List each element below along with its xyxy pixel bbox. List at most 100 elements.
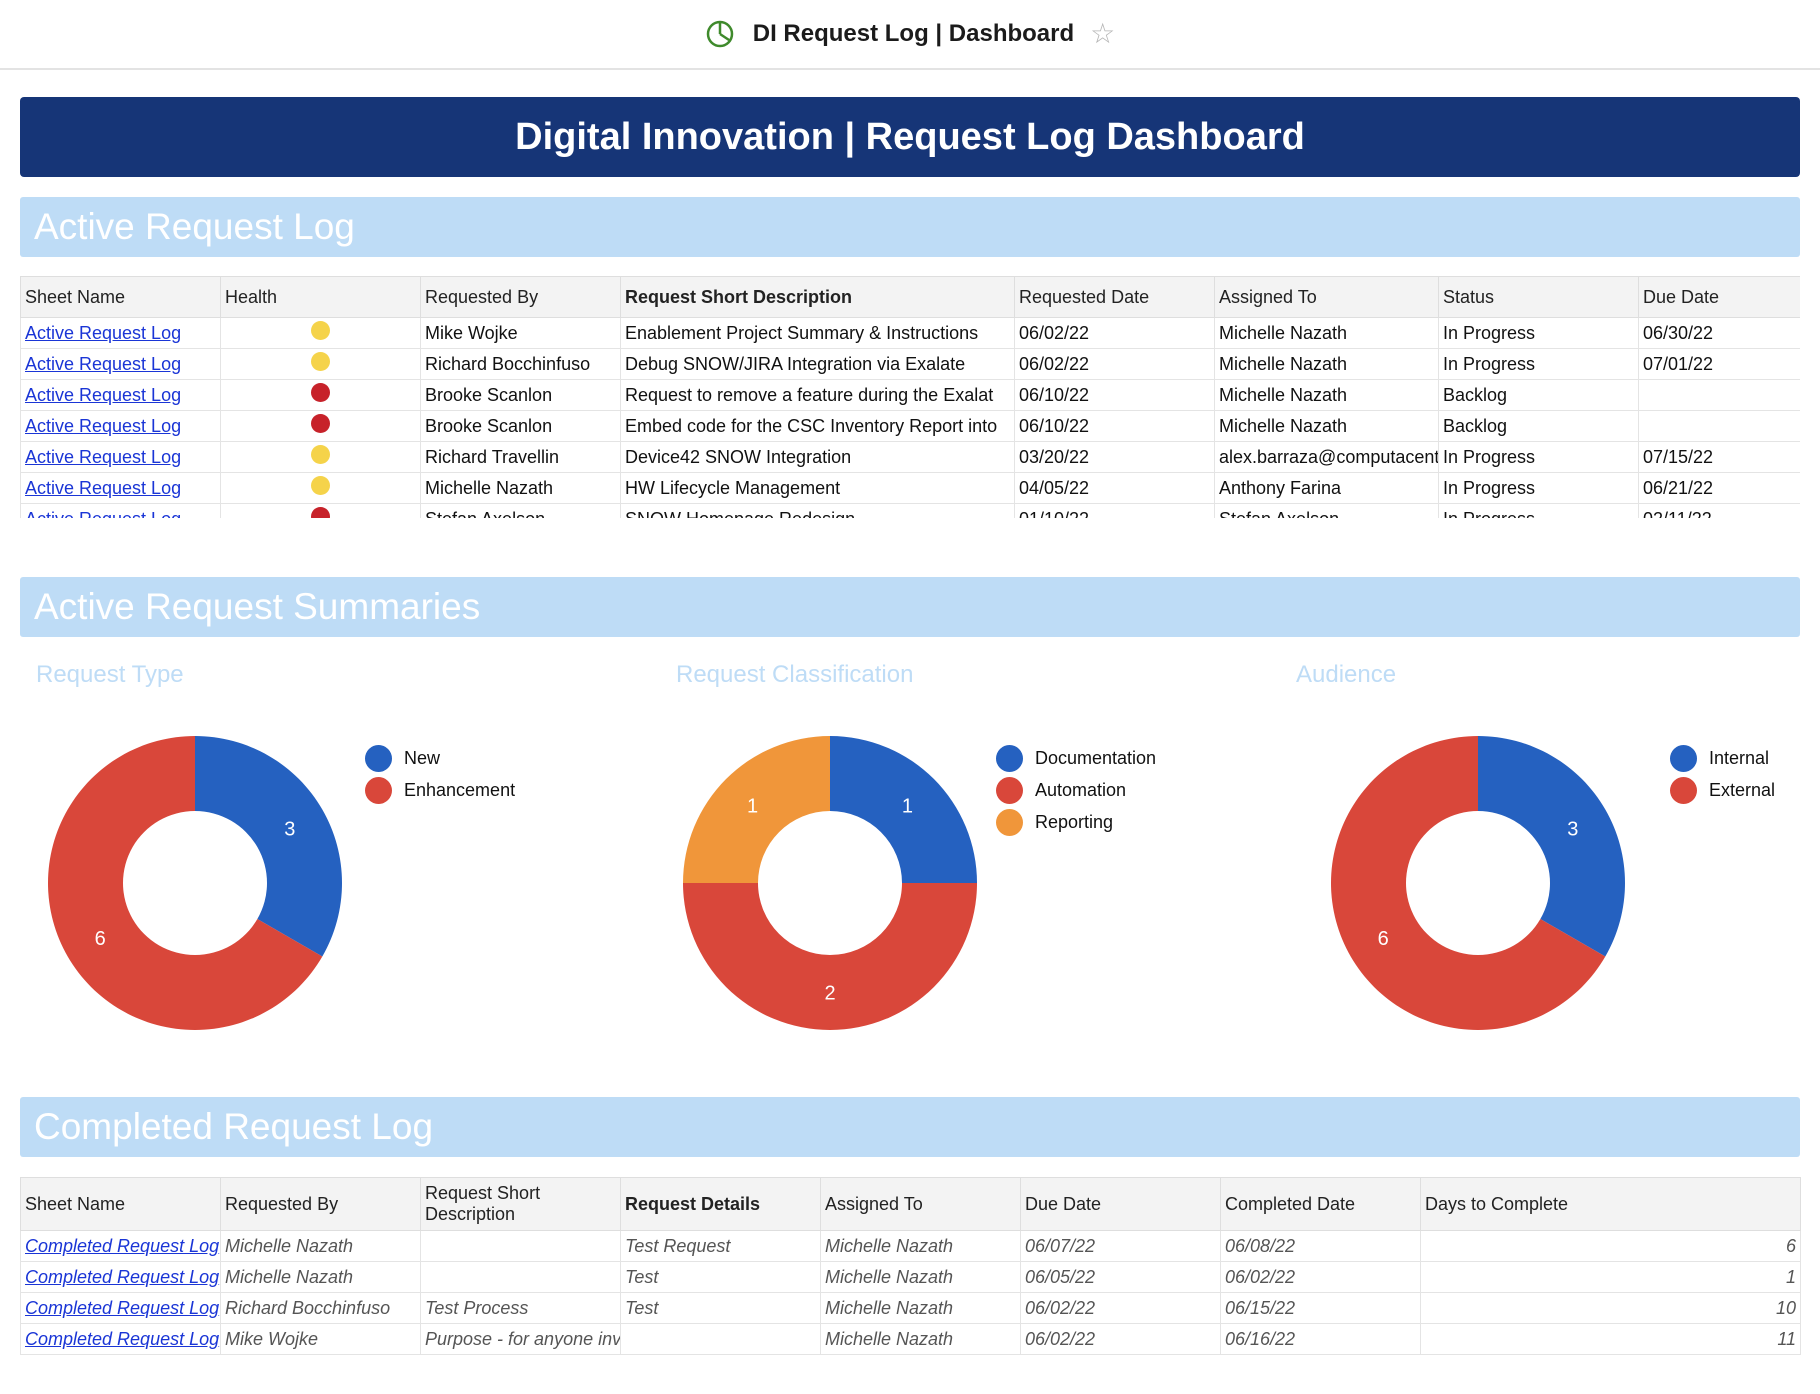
sheet-name-cell: Active Request Log	[20, 348, 221, 380]
sheet-link[interactable]: Active Request Log	[25, 478, 181, 498]
sheet-name-cell: Active Request Log	[20, 472, 221, 504]
status-cell: In Progress	[1438, 348, 1639, 380]
description-cell: Debug SNOW/JIRA Integration via Exalate	[620, 348, 1015, 380]
sheet-link[interactable]: Completed Request Log	[25, 1329, 219, 1349]
legend-label: External	[1709, 779, 1776, 800]
status-cell: In Progress	[1438, 317, 1639, 349]
assigned-to-cell: Michelle Nazath	[1214, 348, 1439, 380]
assigned-to-cell: Michelle Nazath	[820, 1261, 1021, 1293]
sheet-link[interactable]: Active Request Log	[25, 323, 181, 343]
health-cell	[220, 472, 421, 504]
assigned-to-cell: Michelle Nazath	[820, 1323, 1021, 1355]
health-cell	[220, 317, 421, 349]
col-requested-date[interactable]: Requested Date	[1014, 276, 1215, 318]
description-cell: Test Process	[420, 1292, 621, 1324]
days-to-complete-cell: 11	[1420, 1323, 1801, 1355]
sheet-link[interactable]: Completed Request Log	[25, 1298, 219, 1318]
donut-slice-label: 1	[902, 796, 913, 818]
sheet-link[interactable]: Active Request Log	[25, 385, 181, 405]
legend-label: Enhancement	[404, 779, 516, 800]
table-row[interactable]: Completed Request Log Michelle Nazath Test…	[20, 1230, 1801, 1262]
col-due-date[interactable]: Due Date	[1638, 276, 1800, 318]
health-cell	[220, 348, 421, 380]
donut-slice-internal[interactable]	[1478, 736, 1625, 957]
requested-date-cell: 06/10/22	[1014, 379, 1215, 411]
chart-title-audience: Audience	[1296, 661, 1397, 688]
assigned-to-cell: Michelle Nazath	[1214, 410, 1439, 442]
donut-slice-automation[interactable]	[683, 883, 977, 1030]
completed-date-cell: 06/16/22	[1220, 1323, 1421, 1355]
assigned-to-cell: Michelle Nazath	[820, 1230, 1021, 1262]
legend-label: Internal	[1709, 747, 1770, 768]
details-cell: Test Request	[620, 1230, 821, 1262]
star-outline-icon[interactable]: ☆	[1090, 20, 1115, 48]
table-row[interactable]: Active Request Log Brooke Scanlon Embed co…	[20, 410, 1800, 442]
due-date-cell: 06/05/22	[1020, 1261, 1221, 1293]
table-row[interactable]: Completed Request Log Mike Wojke Purpose -…	[20, 1323, 1801, 1355]
sheet-link[interactable]: Active Request Log	[25, 354, 181, 374]
legend-item: External	[1670, 774, 1775, 806]
sheet-name-cell: Active Request Log	[20, 441, 221, 473]
request-type-donut-chart[interactable]: 36	[48, 736, 342, 1030]
col-request-details[interactable]: Request Details	[620, 1177, 821, 1231]
health-dot-icon	[311, 445, 330, 464]
legend-label: Automation	[1035, 779, 1127, 800]
active-table-header: Sheet Name Health Requested By Request S…	[20, 276, 1800, 318]
status-cell: In Progress	[1438, 472, 1639, 504]
table-row[interactable]: Completed Request Log Richard Bocchinfuso…	[20, 1292, 1801, 1324]
legend-swatch-icon	[1670, 744, 1697, 772]
due-date-cell: 07/01/22	[1638, 348, 1800, 380]
table-row[interactable]: Active Request Log Brooke Scanlon Request …	[20, 379, 1800, 411]
col-status[interactable]: Status	[1438, 276, 1639, 318]
col-request-short-description[interactable]: Request Short Description	[420, 1177, 621, 1231]
active-request-table-container[interactable]: Sheet Name Health Requested By Request S…	[20, 276, 1800, 518]
col-requested-by[interactable]: Requested By	[420, 276, 621, 318]
requested-by-cell: Brooke Scanlon	[420, 379, 621, 411]
description-cell	[420, 1261, 621, 1293]
table-row[interactable]: Active Request Log Richard Bocchinfuso Deb…	[20, 348, 1800, 380]
col-days-to-complete[interactable]: Days to Complete	[1420, 1177, 1801, 1231]
completed-section-header: Completed Request Log	[20, 1097, 1800, 1157]
col-due-date[interactable]: Due Date	[1020, 1177, 1221, 1231]
health-dot-icon	[311, 383, 330, 402]
audience-donut-chart[interactable]: 36	[1331, 736, 1625, 1030]
sheet-name-cell: Active Request Log	[20, 379, 221, 411]
completed-date-cell: 06/08/22	[1220, 1230, 1421, 1262]
description-cell: Device42 SNOW Integration	[620, 441, 1015, 473]
sheet-link[interactable]: Active Request Log	[25, 416, 181, 436]
table-row[interactable]: Completed Request Log Michelle Nazath Test…	[20, 1261, 1801, 1293]
active-request-table: Sheet Name Health Requested By Request S…	[20, 276, 1800, 518]
table-row[interactable]: Active Request Log Michelle Nazath HW Life…	[20, 472, 1800, 504]
requested-date-cell: 06/02/22	[1014, 317, 1215, 349]
sheet-link[interactable]: Completed Request Log	[25, 1267, 219, 1287]
donut-slice-label: 1	[747, 796, 758, 818]
col-assigned-to[interactable]: Assigned To	[1214, 276, 1439, 318]
col-assigned-to[interactable]: Assigned To	[820, 1177, 1021, 1231]
col-health[interactable]: Health	[220, 276, 421, 318]
col-request-short-description[interactable]: Request Short Description	[620, 276, 1015, 318]
col-sheet-name[interactable]: Sheet Name	[20, 276, 221, 318]
col-completed-date[interactable]: Completed Date	[1220, 1177, 1421, 1231]
sheet-name-cell: Completed Request Log	[20, 1292, 221, 1324]
status-cell: In Progress	[1438, 503, 1639, 518]
sheet-name-cell: Completed Request Log	[20, 1323, 221, 1355]
table-row[interactable]: Active Request Log Richard Travellin Devic…	[20, 441, 1800, 473]
legend-item: Automation	[996, 774, 1156, 806]
table-row[interactable]: Active Request Log Mike Wojke Enablement P…	[20, 317, 1800, 349]
description-cell	[420, 1230, 621, 1262]
sheet-link[interactable]: Completed Request Log	[25, 1236, 219, 1256]
table-row[interactable]: Active Request LogStefan AxelsonSNOW Hom…	[20, 503, 1800, 519]
sheet-link[interactable]: Active Request Log	[25, 509, 181, 519]
col-sheet-name[interactable]: Sheet Name	[20, 1177, 221, 1231]
request-classification-donut-chart[interactable]: 1 2 1	[683, 736, 977, 1030]
dashboard-banner: Digital Innovation | Request Log Dashboa…	[20, 97, 1800, 177]
description-cell: Enablement Project Summary & Instruction…	[620, 317, 1015, 349]
health-cell	[220, 503, 421, 518]
chart-title-request-classification: Request Classification	[676, 661, 914, 688]
requested-by-cell: Michelle Nazath	[220, 1230, 421, 1262]
col-requested-by[interactable]: Requested By	[220, 1177, 421, 1231]
status-cell: Backlog	[1438, 379, 1639, 411]
requested-date-cell: 03/20/22	[1014, 441, 1215, 473]
donut-slice-new[interactable]	[195, 736, 342, 957]
sheet-link[interactable]: Active Request Log	[25, 447, 181, 467]
